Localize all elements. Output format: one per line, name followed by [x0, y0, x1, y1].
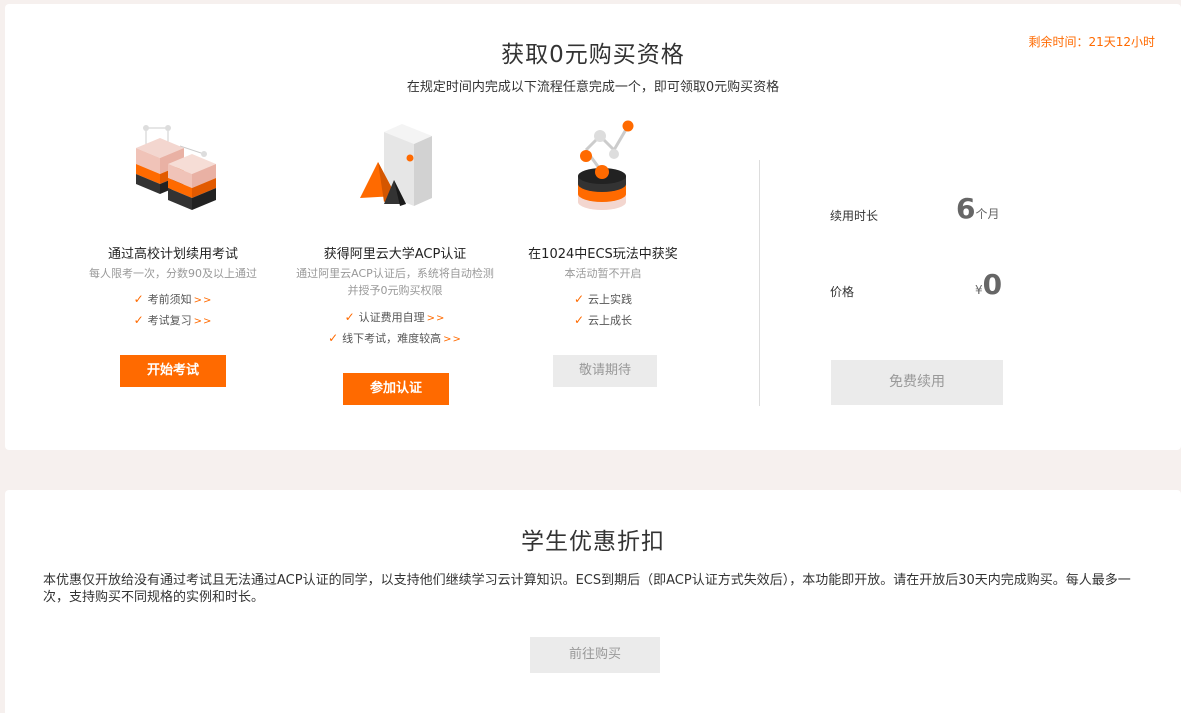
discount-title: 学生优惠折扣 [521, 529, 665, 555]
remaining-time: 剩余时间：21天12小时 [1028, 35, 1155, 49]
join-certification-button[interactable]: 参加认证 [343, 373, 449, 405]
start-exam-button[interactable]: 开始考试 [120, 355, 226, 387]
check-icon: ✓ [133, 313, 144, 327]
check-item-offline-exam[interactable]: ✓ 线下考试，难度较高 >> [285, 328, 505, 349]
duration-label: 续用时长 [830, 209, 879, 223]
check-icon: ✓ [328, 331, 339, 345]
check-icon: ✓ [573, 292, 585, 306]
page-title: 获取0元购买资格 [501, 42, 685, 68]
check-list: ✓ 认证费用自理 >> ✓ 线下考试，难度较高 >> [285, 307, 505, 349]
go-purchase-button[interactable]: 前往购买 [530, 637, 660, 673]
more-arrows-icon: >> [193, 295, 213, 306]
check-icon: ✓ [573, 313, 585, 327]
student-discount-card: 学生优惠折扣 本优惠仅开放给没有通过考试且无法通过ACP认证的同学，以支持他们继… [5, 490, 1181, 713]
check-item-cloud-practice: ✓ 云上实践 [573, 292, 633, 306]
check-icon: ✓ [133, 292, 144, 306]
free-renewal-button[interactable]: 免费续用 [831, 360, 1003, 405]
discount-description: 本优惠仅开放给没有通过考试且无法通过ACP认证的同学，以支持他们继续学习云计算知… [43, 573, 1131, 605]
vertical-divider [759, 160, 760, 406]
more-arrows-icon: >> [193, 316, 213, 327]
more-arrows-icon: >> [443, 334, 462, 345]
cone-and-box-icon [340, 116, 450, 216]
step-description: 本活动暂不开启 [564, 267, 642, 280]
check-item-cert-fee[interactable]: ✓ 认证费用自理 >> [285, 307, 505, 328]
check-item-cloud-growth: ✓ 云上成长 [573, 313, 633, 327]
step-description: 通过阿里云ACP认证后，系统将自动检测并授予0元购买权限 [296, 267, 494, 297]
price-label: 价格 [830, 285, 855, 299]
step-title: 通过高校计划续用考试 [107, 247, 238, 262]
check-icon: ✓ [344, 310, 355, 324]
step-acp-certification: 获得阿里云大学ACP认证 通过阿里云ACP认证后，系统将自动检测并授予0元购买权… [285, 116, 505, 416]
duration-value: 6个月 [956, 192, 1000, 225]
zero-purchase-card: 获取0元购买资格 在规定时间内完成以下流程任意完成一个，即可领取0元购买资格 剩… [5, 4, 1181, 450]
price-value: ¥0 [975, 268, 1003, 301]
step-title: 获得阿里云大学ACP认证 [323, 247, 467, 262]
molecule-stack-icon [548, 116, 658, 216]
coming-soon-button[interactable]: 敬请期待 [553, 355, 657, 387]
page-subtitle: 在规定时间内完成以下流程任意完成一个，即可领取0元购买资格 [406, 80, 780, 95]
check-list: ✓ 云上实践 ✓ 云上成长 [493, 289, 713, 331]
stacked-cubes-icon [118, 116, 228, 216]
check-item-exam-notice[interactable]: ✓ 考前须知 >> [63, 289, 283, 310]
step-title: 在1024中ECS玩法中获奖 [528, 247, 678, 262]
check-item-exam-review[interactable]: ✓ 考试复习 >> [63, 310, 283, 331]
step-description: 每人限考一次，分数90及以上通过 [89, 267, 257, 280]
check-list: ✓ 考前须知 >> ✓ 考试复习 >> [63, 289, 283, 331]
more-arrows-icon: >> [426, 313, 446, 324]
